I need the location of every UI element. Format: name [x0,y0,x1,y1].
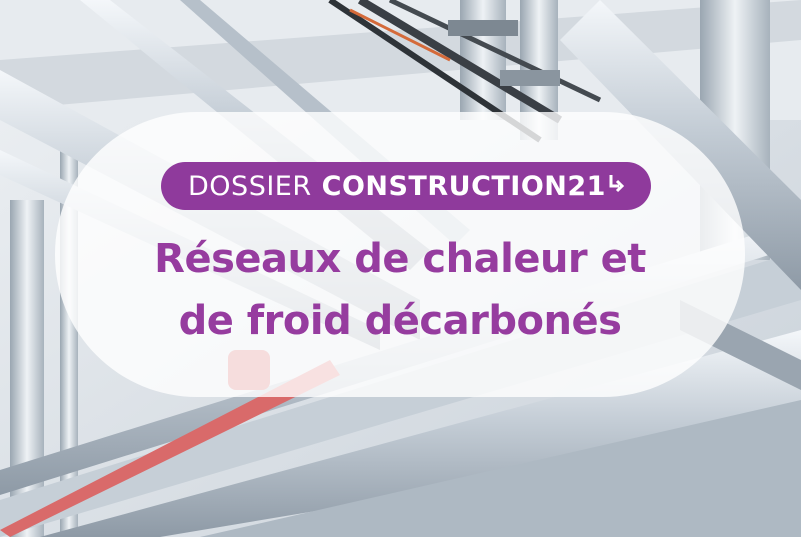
badge-prefix: DOSSIER [188,170,312,202]
dossier-badge: DOSSIER CONSTRUCTION21 [161,162,651,210]
page-title: Réseaux de chaleur et de froid décarboné… [90,228,710,352]
title-line-1: Réseaux de chaleur et [154,236,646,282]
title-line-2: de froid décarbonés [178,298,622,344]
badge-brand: CONSTRUCTION21 [321,170,606,202]
arrow-corner-icon [608,174,625,198]
